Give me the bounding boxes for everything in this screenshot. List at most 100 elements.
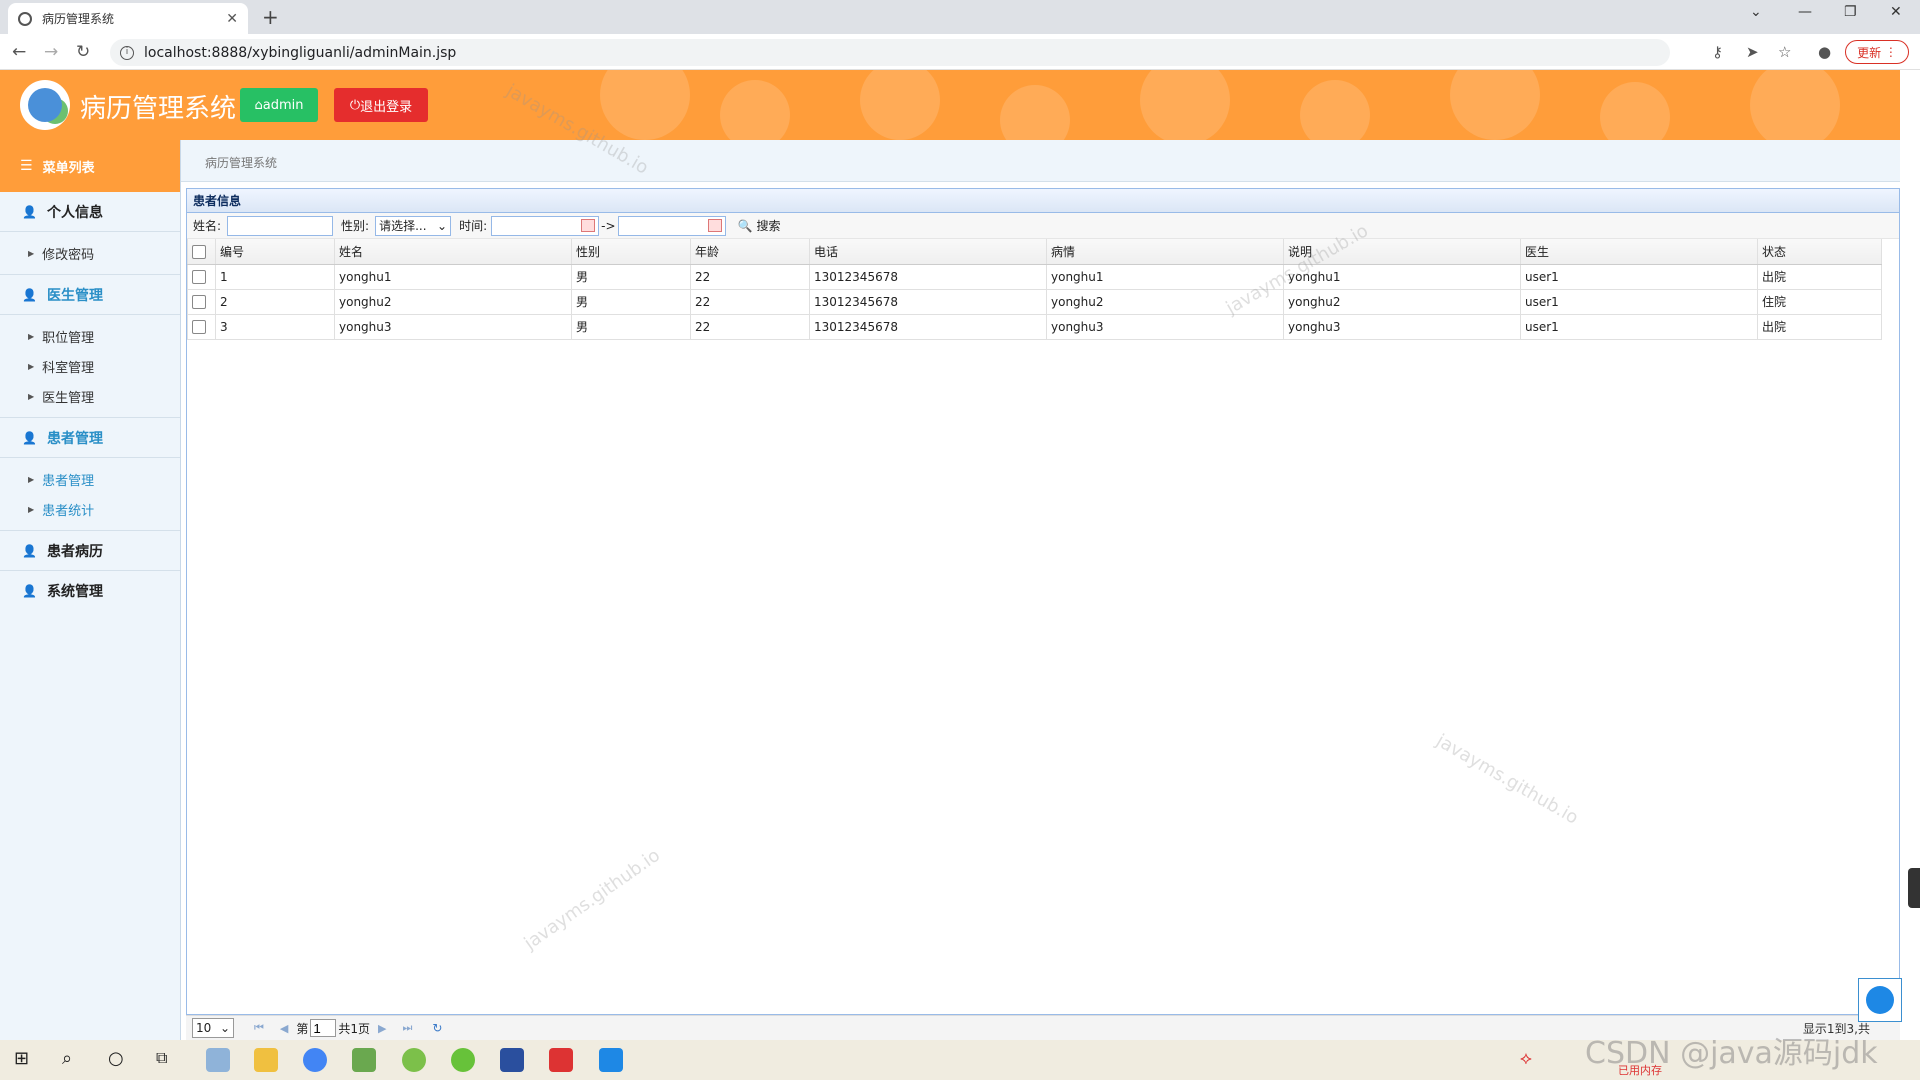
table-cell: 1 bbox=[215, 264, 335, 290]
sidebar-group-records[interactable]: 👤 患者病历 bbox=[0, 531, 180, 571]
calendar-icon[interactable] bbox=[581, 218, 596, 232]
sidebar-group-profile[interactable]: 👤 个人信息 bbox=[0, 192, 180, 232]
column-header[interactable]: 说明 bbox=[1283, 239, 1521, 265]
app-icon[interactable] bbox=[402, 1048, 426, 1072]
table-row[interactable]: 3 yonghu3 男 22 13012345678 yonghu3 yongh… bbox=[187, 314, 1882, 340]
column-header[interactable]: 编号 bbox=[215, 239, 335, 265]
page-number-input[interactable] bbox=[310, 1019, 337, 1037]
first-page-icon[interactable]: ⏮ bbox=[254, 1021, 264, 1035]
sidebar-item-departments[interactable]: ▶ 科室管理 bbox=[0, 351, 180, 381]
calendar-icon[interactable] bbox=[707, 218, 722, 232]
browser-tab-strip: 病历管理系统 ✕ + ⌄ — ❐ ✕ bbox=[0, 0, 1920, 34]
admin-button[interactable]: ⌂ admin bbox=[240, 88, 318, 122]
sidebar-item-patients[interactable]: ▶ 患者管理 bbox=[0, 464, 180, 494]
sidebar-item-positions[interactable]: ▶ 职位管理 bbox=[0, 321, 180, 351]
profile-icon[interactable]: ● bbox=[1818, 43, 1831, 61]
table-row[interactable]: 1 yonghu1 男 22 13012345678 yonghu1 yongh… bbox=[187, 264, 1882, 290]
sidebar-group-doctors[interactable]: 👤 医生管理 bbox=[0, 275, 180, 315]
url-input[interactable]: i localhost:8888/xybingliguanli/adminMai… bbox=[110, 39, 1670, 66]
sidebar-group-label: 患者管理 bbox=[46, 430, 103, 447]
sidebar-item-label: 修改密码 bbox=[42, 247, 95, 263]
page-size-select[interactable]: 10 ⌄ bbox=[192, 1018, 234, 1038]
logout-button[interactable]: ⏻ 退出登录 bbox=[334, 88, 428, 122]
app-icon[interactable] bbox=[451, 1048, 475, 1072]
info-icon[interactable]: i bbox=[120, 45, 134, 60]
user-icon: 👤 bbox=[22, 543, 37, 558]
floating-play-button[interactable] bbox=[1858, 978, 1902, 1022]
user-icon: 👤 bbox=[22, 430, 37, 445]
app-icon[interactable] bbox=[500, 1048, 524, 1072]
column-header[interactable]: 状态 bbox=[1757, 239, 1882, 265]
table-cell: user1 bbox=[1520, 289, 1758, 315]
end-date-input[interactable] bbox=[617, 215, 726, 236]
app-icon[interactable] bbox=[206, 1048, 230, 1072]
prev-page-icon[interactable]: ◀ bbox=[280, 1022, 288, 1035]
app-icon[interactable] bbox=[352, 1048, 376, 1072]
forward-icon[interactable]: → bbox=[44, 42, 58, 62]
home-icon: ⌂ bbox=[254, 97, 263, 113]
table-cell: 22 bbox=[690, 264, 810, 290]
minimize-icon[interactable]: — bbox=[1798, 4, 1812, 20]
update-label: 更新 bbox=[1857, 45, 1882, 60]
caret-right-icon: ▶ bbox=[28, 474, 35, 484]
chevron-down-icon: ⌄ bbox=[219, 1021, 230, 1035]
side-handle[interactable] bbox=[1908, 868, 1920, 908]
search-icon: 🔍 bbox=[737, 218, 753, 233]
sidebar-group-label: 系统管理 bbox=[46, 584, 103, 600]
breadcrumb: 病历管理系统 bbox=[205, 156, 278, 170]
caret-right-icon: ▶ bbox=[28, 504, 35, 514]
sidebar-item-label: 医生管理 bbox=[42, 390, 95, 406]
browser-tab[interactable]: 病历管理系统 ✕ bbox=[8, 3, 248, 34]
table-cell: 住院 bbox=[1757, 289, 1882, 315]
sidebar-group-system[interactable]: 👤 系统管理 bbox=[0, 571, 180, 611]
chrome-icon[interactable] bbox=[303, 1048, 327, 1072]
search-button[interactable]: 🔍 搜索 bbox=[738, 217, 781, 234]
table-row[interactable]: 2 yonghu2 男 22 13012345678 yonghu2 yongh… bbox=[187, 289, 1882, 315]
app-icon[interactable] bbox=[599, 1048, 623, 1072]
windows-start-icon[interactable]: ⊞ bbox=[14, 1048, 38, 1072]
cortana-icon[interactable]: ○ bbox=[108, 1048, 132, 1072]
column-header[interactable]: 病情 bbox=[1046, 239, 1284, 265]
row-checkbox[interactable] bbox=[192, 269, 206, 284]
new-tab-icon[interactable]: + bbox=[262, 5, 279, 29]
key-icon[interactable]: ⚷ bbox=[1712, 43, 1723, 61]
update-button[interactable]: 更新 ⋮ bbox=[1845, 40, 1909, 64]
refresh-icon[interactable]: ↻ bbox=[432, 1021, 442, 1035]
sidebar-group-label: 医生管理 bbox=[46, 287, 103, 304]
chevron-down-icon[interactable]: ⌄ bbox=[1750, 4, 1762, 20]
gender-filter-value: 请选择... bbox=[379, 219, 427, 233]
chevron-down-icon: ⌄ bbox=[437, 218, 448, 233]
next-page-icon[interactable]: ▶ bbox=[378, 1022, 386, 1035]
search-icon[interactable]: ⌕ bbox=[62, 1048, 86, 1072]
star-icon[interactable]: ☆ bbox=[1778, 43, 1791, 61]
tray-icon[interactable]: ⟡ bbox=[1520, 1048, 1544, 1072]
select-all-checkbox[interactable] bbox=[192, 244, 206, 259]
close-tab-icon[interactable]: ✕ bbox=[226, 11, 238, 27]
folder-icon[interactable] bbox=[254, 1048, 278, 1072]
reload-icon[interactable]: ↻ bbox=[76, 42, 90, 62]
task-view-icon[interactable]: ⧉ bbox=[156, 1048, 180, 1072]
table-cell: 出院 bbox=[1757, 264, 1882, 290]
row-checkbox[interactable] bbox=[192, 319, 206, 334]
column-header[interactable]: 姓名 bbox=[334, 239, 572, 265]
restore-icon[interactable]: ❐ bbox=[1844, 4, 1857, 20]
window-close-icon[interactable]: ✕ bbox=[1890, 4, 1902, 20]
back-icon[interactable]: ← bbox=[12, 42, 26, 62]
sidebar-item-change-password[interactable]: ▶ 修改密码 bbox=[0, 238, 180, 268]
table-cell: yonghu1 bbox=[1046, 264, 1284, 290]
column-header[interactable]: 医生 bbox=[1520, 239, 1758, 265]
column-header[interactable]: 电话 bbox=[809, 239, 1047, 265]
sidebar-group-patients[interactable]: 👤 患者管理 bbox=[0, 418, 180, 458]
send-icon[interactable]: ➤ bbox=[1746, 43, 1759, 61]
last-page-icon[interactable]: ⏭ bbox=[403, 1021, 413, 1035]
name-filter-input[interactable] bbox=[227, 215, 334, 236]
gender-filter-select[interactable]: 请选择... ⌄ bbox=[375, 215, 452, 236]
column-header[interactable]: 性别 bbox=[571, 239, 691, 265]
sidebar-item-doctors[interactable]: ▶ 医生管理 bbox=[0, 381, 180, 411]
start-date-input[interactable] bbox=[491, 215, 600, 236]
wps-icon[interactable] bbox=[549, 1048, 573, 1072]
table-cell: 22 bbox=[690, 314, 810, 340]
sidebar-item-patient-stats[interactable]: ▶ 患者统计 bbox=[0, 494, 180, 524]
column-header[interactable]: 年龄 bbox=[690, 239, 810, 265]
row-checkbox[interactable] bbox=[192, 294, 206, 309]
